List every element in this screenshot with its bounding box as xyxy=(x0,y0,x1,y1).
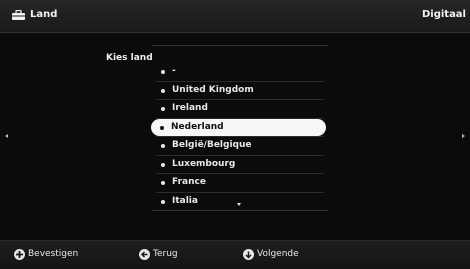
list-item[interactable]: - xyxy=(152,63,328,81)
bullet-icon xyxy=(161,70,165,74)
list-item[interactable]: Italia xyxy=(152,193,328,211)
bottom-bar: Bevestigen Terug Volgende xyxy=(0,240,470,269)
arrow-right-icon[interactable] xyxy=(462,134,465,138)
list-item[interactable]: Ireland xyxy=(152,100,328,118)
bullet-icon xyxy=(161,88,165,93)
bullet-icon xyxy=(161,181,165,185)
divider xyxy=(152,45,328,46)
next-arrow-icon xyxy=(243,249,254,260)
list-item-selected[interactable]: Nederland xyxy=(151,118,326,136)
scroll-down-icon[interactable] xyxy=(237,203,241,206)
list-item[interactable]: België/Belgique xyxy=(152,137,328,155)
bullet-icon xyxy=(161,162,165,167)
signal-source-label: Digitaal xyxy=(421,9,466,20)
list-item[interactable]: France xyxy=(152,174,328,192)
back-arrow-icon xyxy=(139,249,150,260)
top-bar: Land Digitaal xyxy=(0,0,470,33)
bullet-icon xyxy=(160,125,164,130)
bullet-icon xyxy=(161,107,165,111)
list-item[interactable]: United Kingdom xyxy=(152,82,328,100)
country-list[interactable]: - United Kingdom Ireland Nederland Belgi… xyxy=(151,63,328,211)
page-title: Land xyxy=(30,9,58,20)
suitcase-icon xyxy=(12,10,25,20)
bullet-icon xyxy=(161,199,165,204)
bullet-icon xyxy=(161,144,165,148)
arrow-left-icon[interactable] xyxy=(5,134,8,138)
ok-icon xyxy=(14,249,25,260)
list-label: Kies land xyxy=(106,53,153,63)
list-item[interactable]: Luxembourg xyxy=(152,156,328,174)
divider xyxy=(152,210,328,211)
